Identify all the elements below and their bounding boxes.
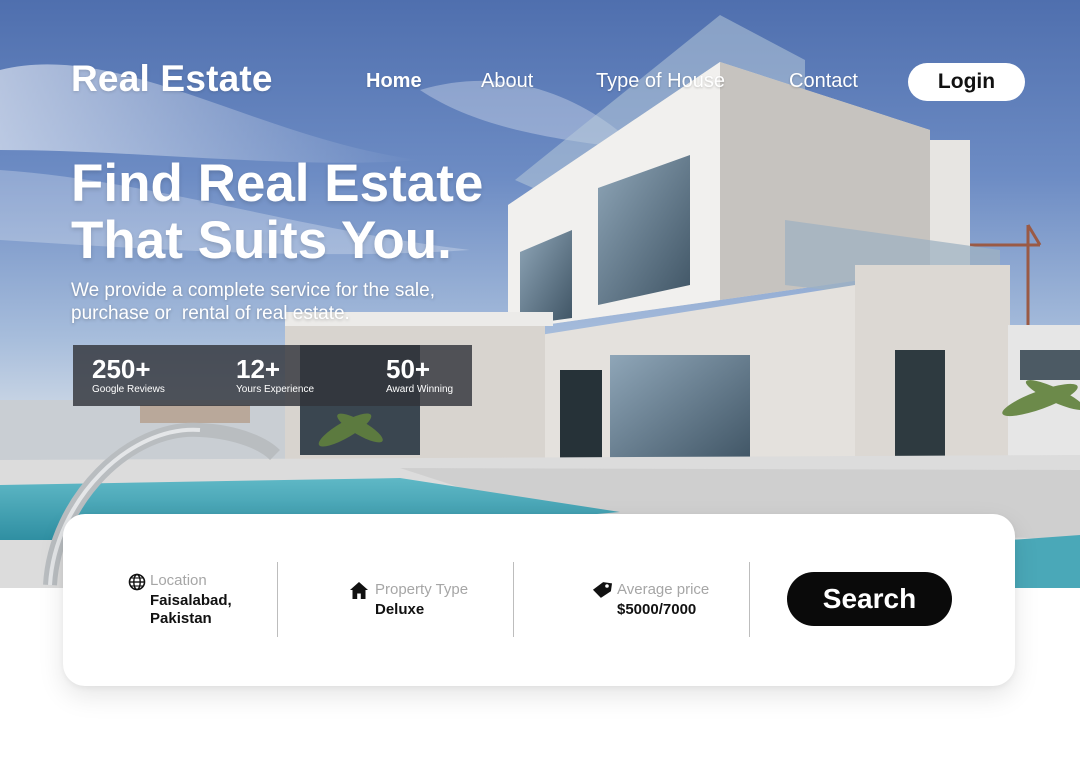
hero-subtext: We provide a complete service for the sa… bbox=[71, 279, 491, 325]
search-panel: Location Faisalabad, Pakistan Property T… bbox=[63, 514, 1015, 686]
stat-label: Award Winning bbox=[386, 384, 454, 395]
stat-experience: 12+ Yours Experience bbox=[236, 355, 314, 396]
field-divider bbox=[749, 562, 750, 637]
stat-google-reviews: 250+ Google Reviews bbox=[92, 355, 165, 396]
stats-bar: 250+ Google Reviews 12+ Yours Experience… bbox=[73, 345, 472, 406]
location-value-line-2: Pakistan bbox=[150, 610, 212, 627]
property-type-field[interactable]: Property Type Deluxe bbox=[278, 514, 513, 686]
hero-subtext-line-2: purchase or rental of real estate. bbox=[71, 303, 350, 324]
price-value: $5000/7000 bbox=[617, 601, 697, 618]
location-label: Location bbox=[150, 572, 207, 589]
nav-contact-link[interactable]: Contact bbox=[789, 70, 858, 93]
stat-value: 50+ bbox=[386, 354, 431, 384]
stat-label: Google Reviews bbox=[92, 384, 165, 395]
hero-headline-line-2: That Suits You. bbox=[71, 211, 452, 270]
nav-home-link[interactable]: Home bbox=[366, 70, 422, 93]
location-value: Faisalabad, Pakistan bbox=[150, 592, 270, 628]
globe-icon bbox=[128, 573, 146, 596]
nav-about-link[interactable]: About bbox=[481, 70, 533, 93]
home-icon bbox=[350, 582, 368, 604]
stat-value: 12+ bbox=[236, 354, 281, 384]
location-field[interactable]: Location Faisalabad, Pakistan bbox=[63, 514, 277, 686]
search-button[interactable]: Search bbox=[787, 572, 952, 626]
hero-headline-line-1: Find Real Estate bbox=[71, 154, 484, 213]
nav-type-of-house-link[interactable]: Type of House bbox=[596, 70, 725, 93]
hero-subtext-line-1: We provide a complete service for the sa… bbox=[71, 280, 435, 301]
login-button[interactable]: Login bbox=[908, 63, 1025, 101]
stat-value: 250+ bbox=[92, 354, 151, 384]
stat-awards: 50+ Award Winning bbox=[386, 355, 453, 396]
property-type-label: Property Type bbox=[375, 581, 469, 598]
hero-headline: Find Real Estate That Suits You. bbox=[71, 155, 531, 269]
price-field[interactable]: Average price $5000/7000 bbox=[514, 514, 749, 686]
price-tag-icon bbox=[592, 581, 613, 604]
stat-label: Yours Experience bbox=[236, 384, 315, 395]
location-value-line-1: Faisalabad, bbox=[150, 592, 232, 609]
property-type-value: Deluxe bbox=[375, 601, 425, 618]
price-label: Average price bbox=[617, 581, 710, 598]
